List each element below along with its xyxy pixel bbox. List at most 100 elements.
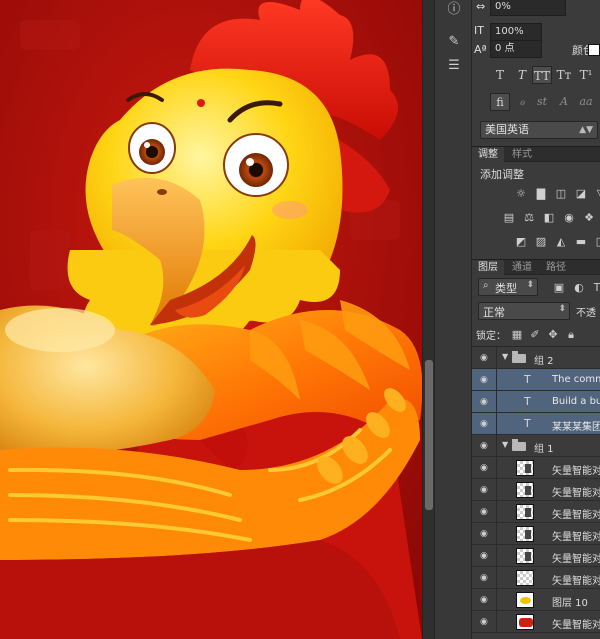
channel-mixer-icon[interactable]: ❖ xyxy=(582,211,596,224)
eye-icon[interactable]: ◉ xyxy=(480,419,488,429)
blend-mode-value: 正常 xyxy=(483,306,505,319)
layer-name: 组 1 xyxy=(534,444,554,455)
layer-row[interactable]: ◉ ▼ 组 2 xyxy=(472,347,600,369)
lock-all-icon[interactable]: 🔒︎ xyxy=(564,328,578,341)
right-panels: ⇔ 0% IT 100% Aª 0 点 颜色 T T TT Tт T¹ fi ℴ… xyxy=(472,0,600,639)
layer-row[interactable]: ◉ 矢量智能对 xyxy=(472,479,600,501)
titling-alternates-button[interactable]: aa xyxy=(576,93,596,111)
layer-row[interactable]: ◉ 矢量智能对 xyxy=(472,457,600,479)
layer-thumbnail xyxy=(516,460,534,476)
layer-row[interactable]: ◉ 矢量智能对 xyxy=(472,567,600,589)
tab-styles[interactable]: 样式 xyxy=(506,147,538,162)
eye-icon[interactable]: ◉ xyxy=(480,573,488,583)
layer-name: Build a bul xyxy=(552,396,600,407)
eye-icon[interactable]: ◉ xyxy=(480,529,488,539)
opacity-label: 不透 xyxy=(576,308,596,319)
layer-row[interactable]: ◉ 矢量智能对 xyxy=(472,545,600,567)
color-balance-icon[interactable]: ⚖ xyxy=(522,211,536,224)
tab-layers[interactable]: 图层 xyxy=(472,260,504,275)
small-caps-button[interactable]: Tт xyxy=(554,66,574,84)
posterize-icon[interactable]: ▨ xyxy=(534,235,548,248)
eye-icon[interactable]: ◉ xyxy=(480,485,488,495)
canvas-vertical-scrollbar[interactable] xyxy=(422,0,434,639)
lock-label: 锁定： xyxy=(476,331,506,342)
hue-saturation-icon[interactable]: ▤ xyxy=(502,211,516,224)
lock-transparent-icon[interactable]: ▦ xyxy=(510,328,524,341)
vibrance-icon[interactable]: ▽ xyxy=(594,187,600,200)
superscript-button[interactable]: T¹ xyxy=(576,66,596,84)
black-white-icon[interactable]: ◧ xyxy=(542,211,556,224)
swash-button[interactable]: st xyxy=(532,93,552,111)
baseline-shift-field[interactable]: 0 点 xyxy=(490,40,542,58)
brush-icon[interactable]: ✎ xyxy=(444,32,464,52)
layer-row[interactable]: ◉ 图层 10 xyxy=(472,589,600,611)
brightness-icon[interactable]: ☼ xyxy=(514,187,528,200)
eye-icon[interactable]: ◉ xyxy=(480,595,488,605)
filter-adjustment-icon[interactable]: ◐ xyxy=(572,281,586,294)
layer-name: 矢量智能对 xyxy=(552,510,600,521)
stylistic-alternates-button[interactable]: A xyxy=(554,93,574,111)
layer-thumbnail xyxy=(516,504,534,520)
expand-arrow-icon[interactable]: ▼ xyxy=(502,440,508,449)
layer-row[interactable]: ◉ T The commu xyxy=(472,369,600,391)
ligatures-button[interactable]: fi xyxy=(490,93,510,111)
layer-row[interactable]: ◉ T Build a bul xyxy=(472,391,600,413)
eye-icon[interactable]: ◉ xyxy=(480,397,488,407)
scale-icon: IT xyxy=(474,24,484,37)
eye-icon[interactable]: ◉ xyxy=(480,441,488,451)
layer-name: The commu xyxy=(552,374,600,385)
vertical-scale-field[interactable]: 100% xyxy=(490,23,542,41)
eye-icon[interactable]: ◉ xyxy=(480,617,488,627)
adjustments-tabbar: 调整 样式 xyxy=(472,146,600,162)
eye-icon[interactable]: ◉ xyxy=(480,375,488,385)
tracking-icon: ⇔ xyxy=(476,0,486,13)
eye-icon[interactable]: ◉ xyxy=(480,551,488,561)
scroll-thumb[interactable] xyxy=(425,360,433,510)
layer-row[interactable]: ◉ 矢量智能对 xyxy=(472,523,600,545)
faux-bold-button[interactable]: T xyxy=(490,66,510,84)
lock-brush-icon[interactable]: ✐ xyxy=(528,328,542,341)
eye-icon[interactable]: ◉ xyxy=(480,507,488,517)
layer-row[interactable]: ◉ 矢量智能对 xyxy=(472,501,600,523)
filter-type-icon[interactable]: T xyxy=(590,281,600,294)
eye-icon[interactable]: ◉ xyxy=(480,463,488,473)
eye-icon[interactable]: ◉ xyxy=(480,353,488,363)
layer-thumbnail xyxy=(516,548,534,564)
levels-icon[interactable]: ▇ xyxy=(534,187,548,200)
expand-arrow-icon[interactable]: ▼ xyxy=(502,352,508,361)
curves-icon[interactable]: ◫ xyxy=(554,187,568,200)
filter-pixel-icon[interactable]: ▣ xyxy=(552,281,566,294)
layer-name: 矢量智能对 xyxy=(552,620,600,631)
text-color-swatch[interactable] xyxy=(588,44,600,56)
all-caps-button[interactable]: TT xyxy=(532,66,552,84)
tracking-field[interactable]: 0% xyxy=(490,0,566,16)
layer-row[interactable]: ◉ T 某某某集团 xyxy=(472,413,600,435)
exposure-icon[interactable]: ◪ xyxy=(574,187,588,200)
panel-icon-strip: ⓘ ✎ ☰ xyxy=(434,0,472,639)
dropdown-arrow-icon: ⬍ xyxy=(558,304,566,314)
document-canvas[interactable] xyxy=(0,0,422,639)
layer-row[interactable]: ◉ 矢量智能对 xyxy=(472,611,600,633)
sliders-icon[interactable]: ☰ xyxy=(444,56,464,76)
rooster-illustration xyxy=(0,0,422,639)
faux-italic-button[interactable]: T xyxy=(512,66,532,84)
scale-value: 100% xyxy=(495,26,524,37)
selective-color-icon[interactable]: ◨ xyxy=(594,235,600,248)
language-dropdown[interactable]: 美国英语 ▲▼ xyxy=(480,121,598,139)
tab-adjustments[interactable]: 调整 xyxy=(472,147,504,162)
layer-filter-dropdown[interactable]: ⌕ 类型 ⬍ xyxy=(478,278,538,296)
tab-channels[interactable]: 通道 xyxy=(506,260,538,275)
tab-paths[interactable]: 路径 xyxy=(540,260,572,275)
photo-filter-icon[interactable]: ◉ xyxy=(562,211,576,224)
gradient-map-icon[interactable]: ▬ xyxy=(574,235,588,248)
lock-position-icon[interactable]: ✥ xyxy=(546,328,560,341)
invert-icon[interactable]: ◩ xyxy=(514,235,528,248)
add-adjustment-label: 添加调整 xyxy=(480,168,524,181)
old-style-button[interactable]: ℴ xyxy=(512,93,532,111)
blend-mode-dropdown[interactable]: 正常 ⬍ xyxy=(478,302,570,320)
info-icon[interactable]: ⓘ xyxy=(444,0,464,20)
threshold-icon[interactable]: ◭ xyxy=(554,235,568,248)
layer-list: ◉ ▼ 组 2 ◉ T The commu ◉ T Build a bul ◉ … xyxy=(472,346,600,639)
text-layer-icon: T xyxy=(524,395,531,408)
layer-row[interactable]: ◉ ▼ 组 1 xyxy=(472,435,600,457)
